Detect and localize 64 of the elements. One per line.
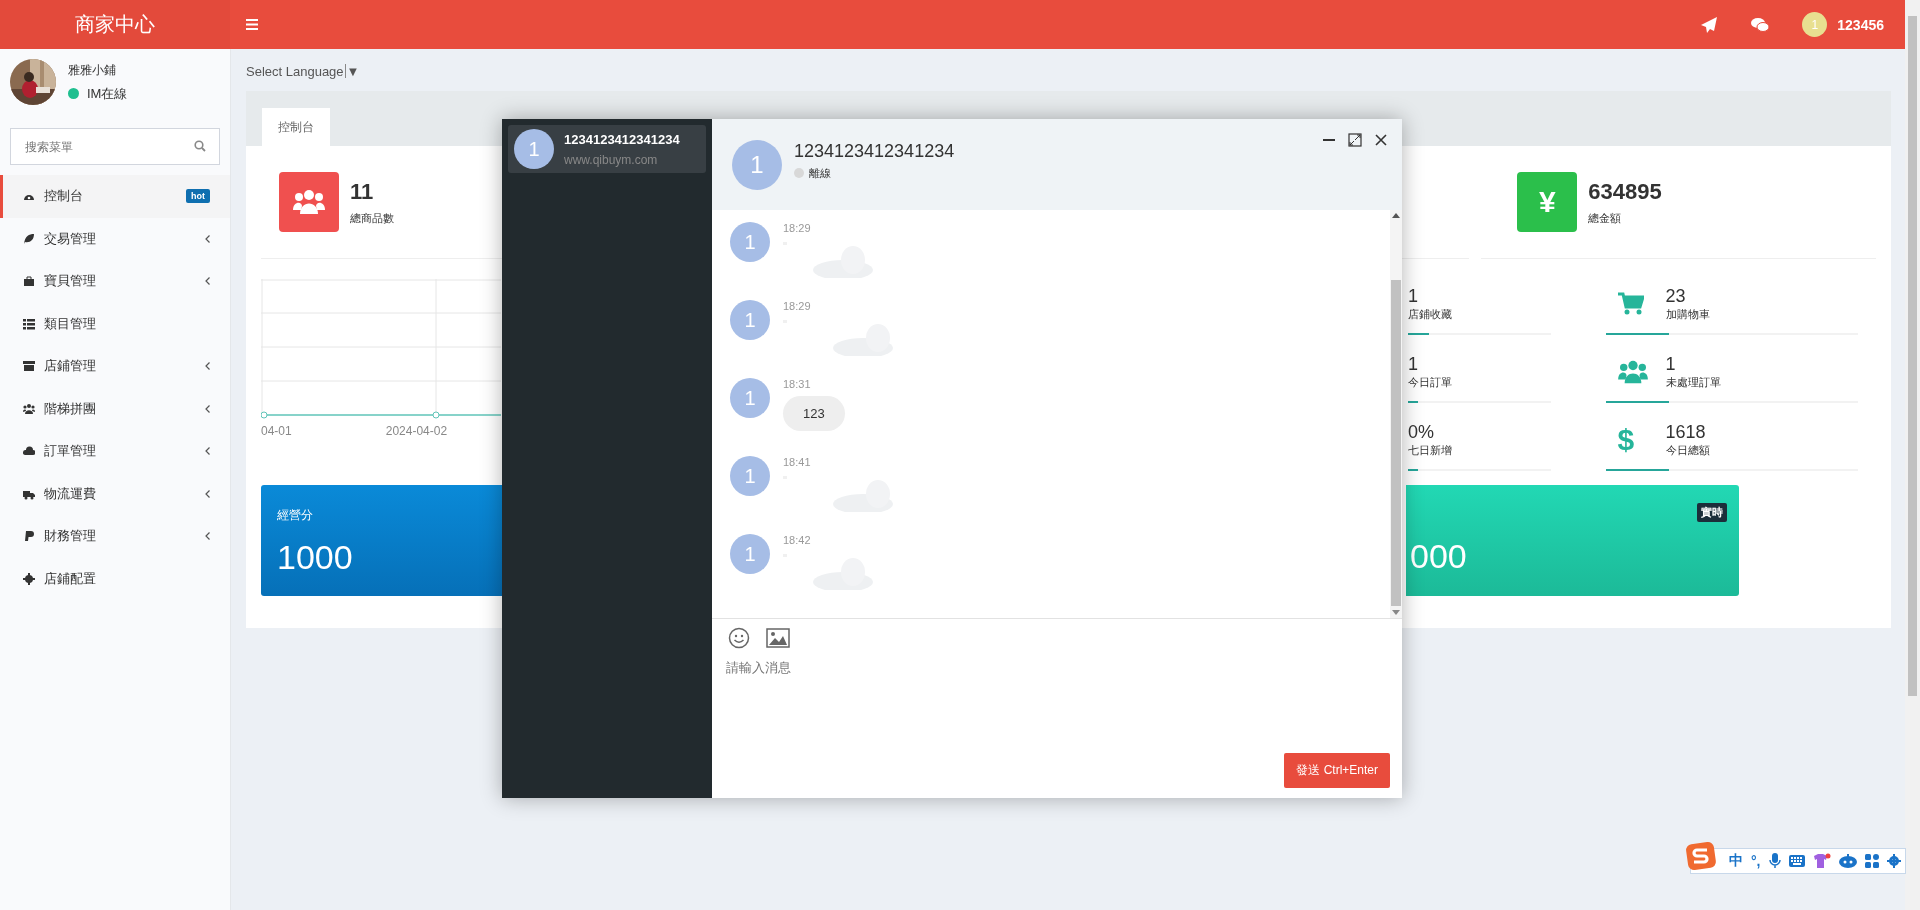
counter-label: 今日訂單 <box>1408 375 1452 390</box>
sender-avatar: 1 <box>730 222 770 262</box>
search-field[interactable]: 搜索菜單 <box>10 128 220 165</box>
sender-avatar: 1 <box>730 534 770 574</box>
message-time: 18:41 <box>783 456 812 468</box>
contact-avatar: 1 <box>514 129 554 169</box>
message-time: 18:29 <box>783 222 812 234</box>
counter-label: 未處理訂單 <box>1665 375 1721 390</box>
stat-value: 634895 <box>1588 178 1662 205</box>
dollar-icon: $ <box>1617 423 1635 457</box>
counter-value: 0% <box>1408 422 1435 443</box>
menu-item[interactable]: 寶貝管理 <box>0 260 230 303</box>
menu-item[interactable]: 訂單管理 <box>0 430 230 473</box>
message-time: 18:42 <box>783 534 812 546</box>
stat-value: 11 <box>350 178 375 205</box>
send-button[interactable]: 發送 Ctrl+Enter <box>1284 753 1390 788</box>
sender-avatar: 1 <box>730 300 770 340</box>
punctuation-mode[interactable]: °, <box>1751 853 1761 869</box>
contact-site: www.qibuym.com <box>564 152 659 167</box>
user-name[interactable]: 123456 <box>1837 16 1884 33</box>
stat-label: 總金額 <box>1588 210 1623 226</box>
menu-item[interactable]: 類目管理 <box>0 302 230 345</box>
counter-value: 1 <box>1408 354 1419 375</box>
axis-label: 2024-04-02 <box>385 424 448 438</box>
menu-item[interactable]: 財務管理 <box>0 515 230 558</box>
input-mode[interactable]: 中 <box>1729 852 1743 870</box>
card-title: 經營分 <box>277 507 314 524</box>
menu-item[interactable]: 階梯拼團 <box>0 387 230 430</box>
menu-item[interactable]: 物流運費 <box>0 472 230 515</box>
status-text: 離線 <box>809 165 831 181</box>
app-title: 商家中心 <box>75 12 155 37</box>
stat-label: 總商品數 <box>350 210 394 226</box>
user-name: 雅雅小鋪 <box>68 61 117 79</box>
sender-avatar: 1 <box>730 456 770 496</box>
hot-badge: hot <box>186 189 210 204</box>
menu-item[interactable]: 交易管理 <box>0 217 230 260</box>
sender-avatar: 1 <box>730 378 770 418</box>
contact-item[interactable]: 1 1234123412341234 www.qibuym.com <box>508 125 706 173</box>
menu-item[interactable]: 控制台 hot <box>0 175 230 218</box>
counter-label: 七日新增 <box>1408 443 1452 458</box>
counter-label: 今日總額 <box>1665 443 1710 458</box>
tab[interactable]: 控制台 <box>262 108 330 146</box>
peer-avatar: 1 <box>732 139 782 190</box>
yen-icon: ¥ <box>1517 172 1578 232</box>
card-value: 1000 <box>277 538 354 577</box>
dropdown-arrow[interactable]: ▼ <box>346 63 360 79</box>
counter-value: 23 <box>1665 286 1687 307</box>
counter-value: 1 <box>1408 286 1419 307</box>
message-bubble: 123 <box>783 396 845 431</box>
message-time: 18:31 <box>783 378 812 390</box>
contact-name: 1234123412341234 <box>564 131 680 147</box>
axis-label: 04-01 <box>261 424 292 438</box>
language-select[interactable]: Select Language <box>246 63 344 79</box>
counter-value: 1 <box>1665 354 1677 375</box>
peer-name: 1234123412341234 <box>794 140 955 162</box>
menu-item[interactable]: 店鋪管理 <box>0 345 230 388</box>
counter-value: 1618 <box>1665 422 1707 443</box>
counter-label: 店鋪收藏 <box>1408 307 1452 322</box>
status-text: IM在線 <box>87 84 128 103</box>
realtime-badge: 實時 <box>1697 503 1727 522</box>
message-time: 18:29 <box>783 300 812 312</box>
card-value: 000 <box>1410 537 1468 576</box>
menu-item[interactable]: 店鋪配置 <box>0 557 230 600</box>
counter-label: 加購物車 <box>1665 307 1710 322</box>
